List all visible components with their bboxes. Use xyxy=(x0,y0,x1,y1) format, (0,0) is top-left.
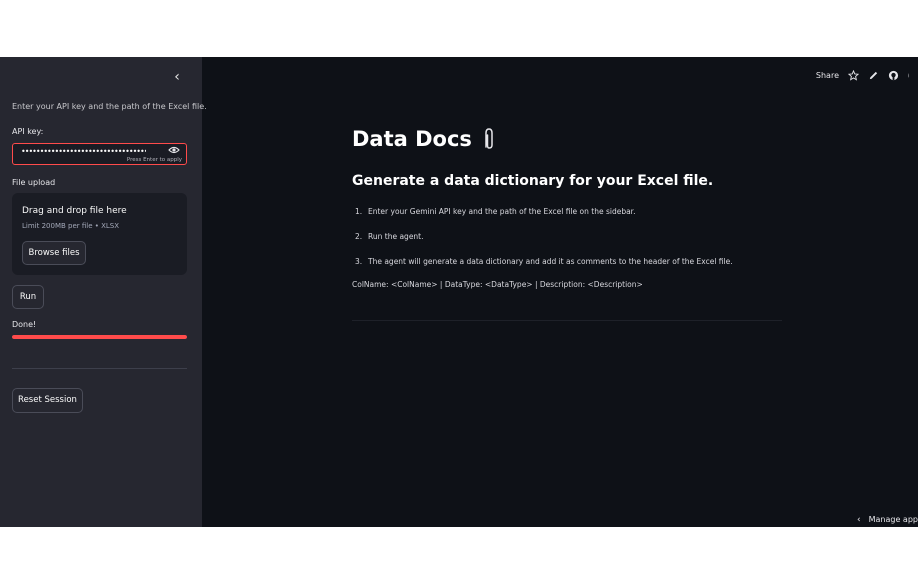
share-button[interactable]: Share xyxy=(816,71,839,80)
sidebar-intro: Enter your API key and the path of the E… xyxy=(12,102,207,111)
format-description: ColName: <ColName> | DataType: <DataType… xyxy=(352,280,643,289)
manage-app-button[interactable]: ‹ Manage app xyxy=(857,515,918,525)
eye-icon[interactable] xyxy=(168,146,180,154)
file-upload-label: File upload xyxy=(12,178,56,187)
content-divider xyxy=(352,320,782,321)
status-label: Done! xyxy=(12,320,37,329)
file-dropzone[interactable]: Drag and drop file here Limit 200MB per … xyxy=(12,193,187,275)
main-content: Share Data Docs Generate a data dictiona xyxy=(202,57,918,527)
step-text: Run the agent. xyxy=(368,232,424,241)
dropzone-title: Drag and drop file here xyxy=(22,206,127,216)
api-key-input[interactable]: •••••••••••••••••••••••••••••••••••••• P… xyxy=(12,143,187,165)
step-number: 2. xyxy=(355,232,363,241)
step-number: 3. xyxy=(355,257,363,266)
manage-app-label: Manage app xyxy=(868,515,918,524)
clip-icon xyxy=(485,128,493,149)
dropzone-limit: Limit 200MB per file • XLSX xyxy=(22,222,120,230)
page-title: Data Docs xyxy=(352,127,472,151)
step-text: The agent will generate a data dictionar… xyxy=(368,257,733,266)
page-subtitle: Generate a data dictionary for your Exce… xyxy=(352,173,714,189)
app-window: ‹ Enter your API key and the path of the… xyxy=(0,57,918,527)
github-icon[interactable] xyxy=(888,70,899,81)
api-key-hint: Press Enter to apply xyxy=(126,157,182,163)
sidebar: ‹ Enter your API key and the path of the… xyxy=(0,57,207,527)
star-icon[interactable] xyxy=(848,69,859,81)
more-icon[interactable] xyxy=(908,70,912,81)
step-text: Enter your Gemini API key and the path o… xyxy=(368,207,636,216)
chevron-left-icon[interactable]: ‹ xyxy=(170,69,184,85)
run-button[interactable]: Run xyxy=(12,285,44,309)
sidebar-divider xyxy=(12,368,187,369)
browse-files-button[interactable]: Browse files xyxy=(22,241,86,265)
toolbar: Share xyxy=(816,67,912,83)
progress-bar xyxy=(12,335,187,339)
api-key-value: •••••••••••••••••••••••••••••••••••••• xyxy=(21,147,146,156)
progress-fill xyxy=(12,335,187,339)
edit-icon[interactable] xyxy=(868,70,879,81)
chevron-left-icon: ‹ xyxy=(857,515,861,525)
step-number: 1. xyxy=(355,207,363,216)
reset-session-button[interactable]: Reset Session xyxy=(12,388,83,413)
api-key-label: API key: xyxy=(12,127,44,136)
